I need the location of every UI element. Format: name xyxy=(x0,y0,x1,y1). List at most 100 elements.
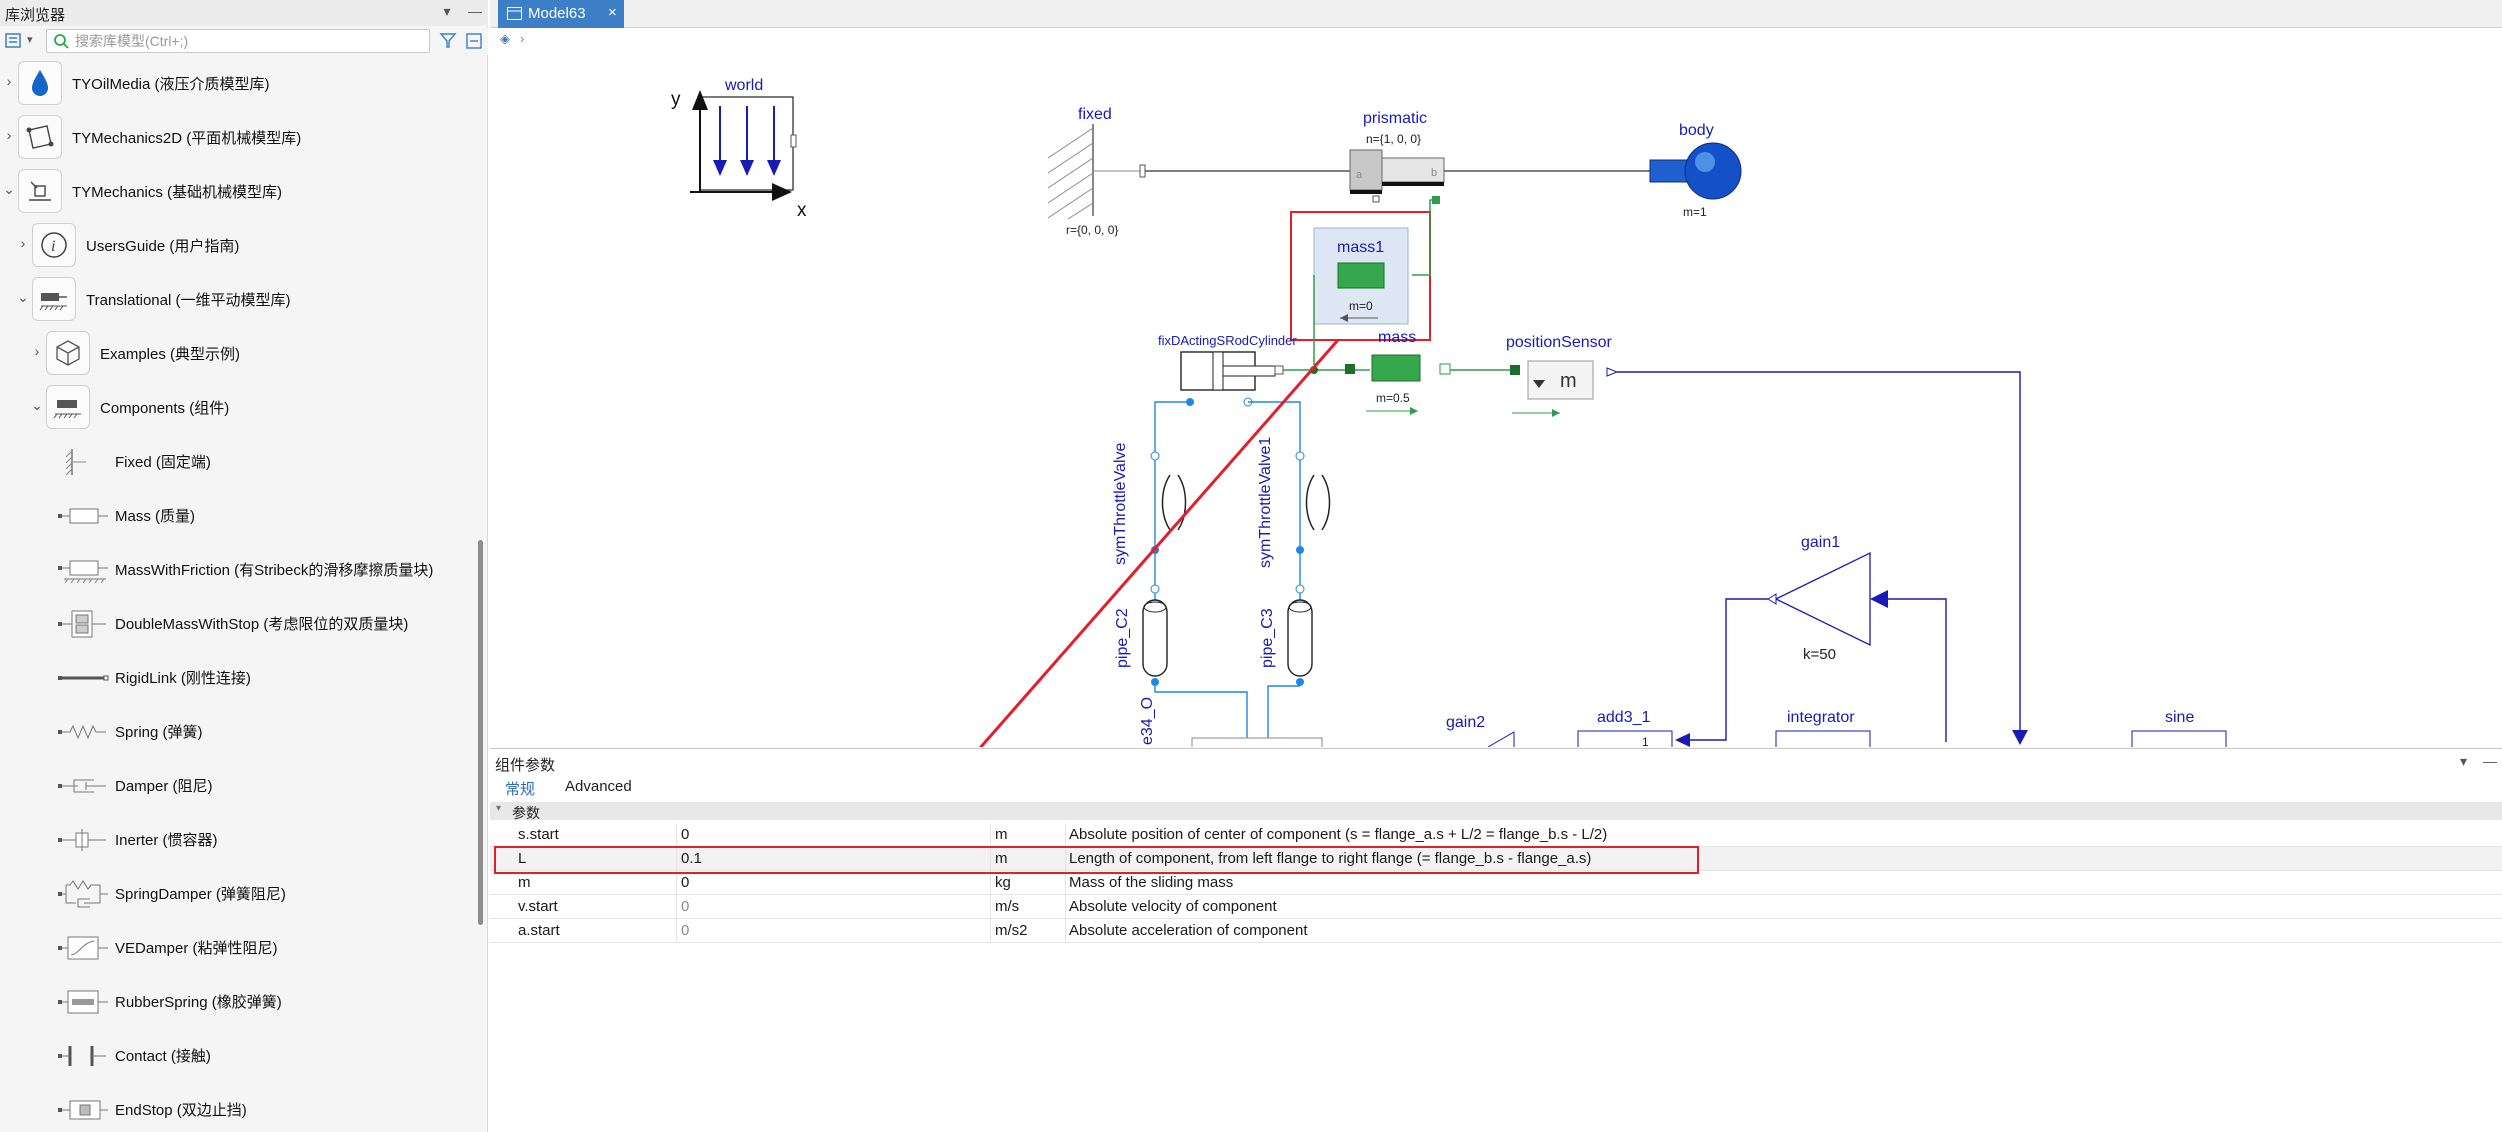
chevron-down-icon[interactable]: ▾ xyxy=(27,33,33,46)
tree-item-vedamper[interactable]: VEDamper (粘弹性阻尼) xyxy=(0,920,470,974)
param-description: Absolute velocity of component xyxy=(1069,898,1277,915)
tree-item-contact[interactable]: Contact (接触) xyxy=(0,1028,470,1082)
collapse-all-icon[interactable] xyxy=(464,31,484,51)
mass-label: mass xyxy=(1378,329,1416,346)
sine-component[interactable]: sine xyxy=(2131,709,2227,747)
tree-item-translational[interactable]: ⌄ Translational (一维平动模型库) xyxy=(0,272,470,326)
param-row[interactable]: a.start 0 m/s2 Absolute acceleration of … xyxy=(490,919,2502,943)
mass-component[interactable]: mass m=0.5 xyxy=(1345,329,1451,415)
x-axis-label: x xyxy=(797,200,807,221)
tree-item-label: TYOilMedia (液压介质模型库) xyxy=(72,76,270,93)
tab-model63[interactable]: Model63 × xyxy=(498,0,624,28)
chevron-right-icon[interactable]: › xyxy=(16,235,30,253)
pipe-c2-component[interactable]: pipe_C2 xyxy=(1114,584,1168,686)
tree-item-components[interactable]: ⌄ Components (组件) xyxy=(0,380,470,434)
param-value[interactable]: 0 xyxy=(681,826,689,843)
mass1-label: mass1 xyxy=(1337,239,1384,256)
param-value[interactable]: 0 xyxy=(681,922,689,939)
pipe-c3-component[interactable]: pipe_C3 xyxy=(1259,584,1313,686)
gain1-component[interactable]: gain1 k=50 xyxy=(1767,534,1888,663)
chevron-down-icon[interactable]: ⌄ xyxy=(16,289,30,307)
close-icon[interactable]: × xyxy=(608,4,617,21)
minimize-icon[interactable]: — xyxy=(466,3,484,19)
world-component[interactable]: world y x xyxy=(671,77,807,221)
search-box[interactable] xyxy=(46,29,430,53)
svg-text:i: i xyxy=(51,238,55,255)
home-icon[interactable]: ◈ xyxy=(500,31,510,47)
tree-item-label: Contact (接触) xyxy=(115,1048,211,1065)
minimize-icon[interactable]: — xyxy=(2483,753,2497,769)
body-label: body xyxy=(1679,122,1714,139)
chevron-right-icon[interactable]: › xyxy=(30,343,44,361)
oil-drop-icon xyxy=(18,61,62,105)
filter-icon[interactable] xyxy=(438,31,458,51)
valve-component[interactable]: symThrottleValve xyxy=(1112,442,1187,565)
tree-item-springdamper[interactable]: SpringDamper (弹簧阻尼) xyxy=(0,866,470,920)
pipe-partial-label: e34_O xyxy=(1139,697,1156,745)
tree-item-endstop[interactable]: EndStop (双边止挡) xyxy=(0,1082,470,1132)
position-sensor-component[interactable]: positionSensor m xyxy=(1506,334,1619,417)
library-header: 库浏览器 ▾ — xyxy=(0,0,488,26)
diagram-canvas[interactable]: world y x fixed r={0, 0, 0} prismatic n=… xyxy=(490,52,2502,747)
prismatic-port-a: a xyxy=(1356,169,1363,181)
params-group-header[interactable]: ▾ 参数 xyxy=(490,802,2502,821)
params-title: 组件参数 xyxy=(495,757,556,774)
prismatic-port-b: b xyxy=(1431,167,1437,179)
mass-icon xyxy=(58,508,108,524)
tree-item-examples[interactable]: › Examples (典型示例) xyxy=(0,326,470,380)
tree-item-doublemasswithstop[interactable]: DoubleMassWithStop (考虑限位的双质量块) xyxy=(0,596,470,650)
tree-item-tyoilmedia[interactable]: › TYOilMedia (液压介质模型库) xyxy=(0,56,470,110)
tree-item-label: Translational (一维平动模型库) xyxy=(86,292,291,309)
tree-item-usersguide[interactable]: › i UsersGuide (用户指南) xyxy=(0,218,470,272)
valve-label: symThrottleValve xyxy=(1112,442,1129,565)
tree-item-label: Inerter (惯容器) xyxy=(115,832,218,849)
tree-item-tymechanics[interactable]: ⌄ TYMechanics (基础机械模型库) xyxy=(0,164,470,218)
dropdown-icon[interactable]: ▾ xyxy=(2460,753,2467,770)
tree-item-mass[interactable]: Mass (质量) xyxy=(0,488,470,542)
param-row[interactable]: v.start 0 m/s Absolute velocity of compo… xyxy=(490,895,2502,919)
add3-component[interactable]: add3_1 1 xyxy=(1577,709,1673,747)
param-value[interactable]: 0 xyxy=(681,898,689,915)
double-mass-icon xyxy=(58,610,106,638)
tree-item-masswithfriction[interactable]: MassWithFriction (有Stribeck的滑移摩擦质量块) xyxy=(0,542,470,596)
tab-general[interactable]: 常规 xyxy=(505,778,536,804)
tab-advanced[interactable]: Advanced xyxy=(565,778,632,798)
chevron-down-icon[interactable]: ⌄ xyxy=(30,397,44,415)
chevron-right-icon[interactable]: › xyxy=(2,127,16,145)
integrator-component[interactable]: integrator xyxy=(1775,709,1871,747)
tree-item-damper[interactable]: Damper (阻尼) xyxy=(0,758,470,812)
cylinder-component[interactable]: fixDActingSRodCylinder xyxy=(1158,333,1297,407)
tree-item-rigidlink[interactable]: RigidLink (刚性连接) xyxy=(0,650,470,704)
library-scrollbar[interactable] xyxy=(478,540,483,925)
prismatic-component[interactable]: prismatic n={1, 0, 0} a b xyxy=(1349,110,1445,204)
body-component[interactable]: body m=1 xyxy=(1649,122,1742,219)
mass1-component[interactable]: mass1 m=0 xyxy=(1290,211,1431,341)
tree-item-fixed[interactable]: Fixed (固定端) xyxy=(0,434,470,488)
ve-damper-icon xyxy=(58,936,108,960)
param-value[interactable]: 0 xyxy=(681,874,689,891)
param-row[interactable]: s.start 0 m Absolute position of center … xyxy=(490,823,2502,847)
add3-label: add3_1 xyxy=(1597,709,1650,726)
search-input[interactable] xyxy=(75,32,425,50)
tree-item-inerter[interactable]: Inerter (惯容器) xyxy=(0,812,470,866)
model-icon xyxy=(507,7,522,20)
mechanics-icon xyxy=(18,169,62,213)
collapse-icon[interactable]: ▾ xyxy=(496,803,501,814)
library-view-icon[interactable] xyxy=(4,31,24,51)
tree-item-tymechanics2d[interactable]: › TYMechanics2D (平面机械模型库) xyxy=(0,110,470,164)
tree-item-label: Fixed (固定端) xyxy=(115,454,211,471)
mass-friction-icon xyxy=(58,560,108,584)
chevron-right-icon[interactable]: › xyxy=(520,31,524,46)
fixed-component[interactable]: fixed r={0, 0, 0} xyxy=(1047,106,1146,237)
dropdown-icon[interactable]: ▾ xyxy=(438,3,456,20)
params-tabs: 常规 Advanced xyxy=(490,775,2502,804)
tree-item-label: VEDamper (粘弹性阻尼) xyxy=(115,940,278,957)
param-row[interactable]: m 0 kg Mass of the sliding mass xyxy=(490,871,2502,895)
fixed-label: fixed xyxy=(1078,106,1112,123)
gain2-component[interactable]: gain2 xyxy=(1446,714,1515,747)
chevron-down-icon[interactable]: ⌄ xyxy=(2,181,16,199)
tree-item-spring[interactable]: Spring (弹簧) xyxy=(0,704,470,758)
tree-item-rubberspring[interactable]: RubberSpring (橡胶弹簧) xyxy=(0,974,470,1028)
valve1-component[interactable]: symThrottleValve1 xyxy=(1257,437,1331,568)
chevron-right-icon[interactable]: › xyxy=(2,73,16,91)
